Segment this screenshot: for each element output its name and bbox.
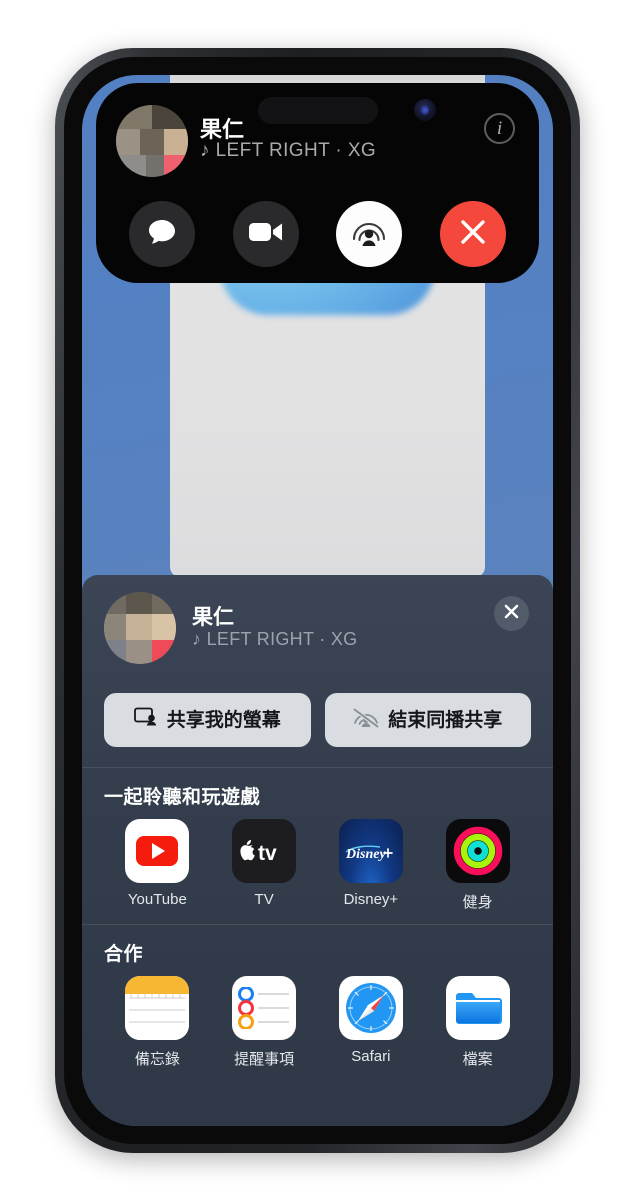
facetime-controls bbox=[96, 201, 539, 267]
disney-plus-icon: Disney bbox=[338, 819, 403, 883]
sheet-header: 果仁 ♪ LEFT RIGHT · XG bbox=[82, 575, 553, 693]
facetime-call-overlay: 果仁 ♪ LEFT RIGHT · XG i bbox=[96, 83, 539, 283]
shareplay-icon bbox=[350, 216, 388, 253]
video-camera-icon bbox=[248, 219, 284, 250]
close-x-icon bbox=[503, 603, 520, 625]
app-label: TV bbox=[254, 891, 274, 908]
sheet-caller-name: 果仁 bbox=[192, 606, 234, 629]
end-shareplay-label: 結束同播共享 bbox=[388, 709, 503, 731]
app-label: YouTube bbox=[127, 891, 187, 908]
close-x-icon bbox=[458, 217, 488, 252]
app-label: Disney+ bbox=[343, 891, 399, 908]
phone-screen: 7 果仁 ♪ LEFT RIGHT · XG bbox=[82, 75, 553, 1126]
sheet-now-playing: ♪ LEFT RIGHT · XG bbox=[192, 629, 358, 649]
app-grid: YouTube tv TV Disney Disney+ 健身 bbox=[104, 819, 531, 912]
apple-tv-icon: tv bbox=[232, 819, 297, 883]
iphone-device-frame: 7 果仁 ♪ LEFT RIGHT · XG bbox=[55, 48, 580, 1153]
app-grid: 備忘錄 提醒事項 Safari 檔案 bbox=[104, 976, 531, 1069]
notes-icon bbox=[125, 976, 190, 1040]
app-label: 健身 bbox=[462, 894, 493, 911]
app-label: 檔案 bbox=[462, 1051, 493, 1068]
section-title: 一起聆聽和玩遊戲 bbox=[104, 787, 261, 808]
section-collaborate: 合作 備忘錄 提醒事項 Safari 檔案 bbox=[82, 925, 553, 1081]
section-title: 合作 bbox=[104, 944, 144, 965]
youtube-icon bbox=[125, 819, 190, 883]
app-item-fitness[interactable]: 健身 bbox=[424, 819, 531, 912]
end-shareplay-button[interactable]: 結束同播共享 bbox=[324, 693, 531, 747]
shareplay-button[interactable] bbox=[336, 201, 403, 267]
video-button[interactable] bbox=[232, 201, 299, 267]
app-label: 備忘錄 bbox=[134, 1051, 180, 1068]
info-button[interactable]: i bbox=[484, 113, 515, 144]
share-my-screen-label: 共享我的螢幕 bbox=[166, 709, 281, 731]
end-call-button[interactable] bbox=[440, 201, 507, 267]
screen-share-icon bbox=[133, 707, 158, 733]
files-icon bbox=[445, 976, 510, 1040]
speaker-notch bbox=[257, 97, 378, 124]
svg-text:Disney: Disney bbox=[345, 847, 386, 862]
svg-text:tv: tv bbox=[258, 842, 277, 864]
reminders-icon bbox=[232, 976, 297, 1040]
shareplay-sheet: 果仁 ♪ LEFT RIGHT · XG 共享我的螢幕 結束同播共享 一起聆聽和… bbox=[82, 575, 553, 1126]
app-item-notes[interactable]: 備忘錄 bbox=[104, 976, 211, 1069]
app-item-disney-plus[interactable]: Disney Disney+ bbox=[318, 819, 425, 912]
close-button[interactable] bbox=[494, 596, 529, 631]
message-bubble-icon bbox=[145, 215, 179, 254]
app-item-tv[interactable]: tv TV bbox=[211, 819, 318, 912]
device-bezel: 7 果仁 ♪ LEFT RIGHT · XG bbox=[64, 57, 571, 1144]
app-item-safari[interactable]: Safari bbox=[318, 976, 425, 1069]
now-playing-text: ♪ LEFT RIGHT · XG bbox=[200, 140, 377, 161]
section-listen-and-play: 一起聆聽和玩遊戲 YouTube tv TV Disney Disney+ 健身 bbox=[82, 768, 553, 924]
app-label: 提醒事項 bbox=[234, 1051, 295, 1068]
app-item-files[interactable]: 檔案 bbox=[424, 976, 531, 1069]
caller-avatar bbox=[116, 105, 188, 177]
share-my-screen-button[interactable]: 共享我的螢幕 bbox=[104, 693, 311, 747]
sheet-avatar bbox=[104, 592, 176, 664]
app-item-reminders[interactable]: 提醒事項 bbox=[211, 976, 318, 1069]
app-item-youtube[interactable]: YouTube bbox=[104, 819, 211, 912]
sheet-action-buttons: 共享我的螢幕 結束同播共享 bbox=[82, 693, 553, 767]
front-camera-icon bbox=[414, 99, 436, 121]
safari-icon bbox=[338, 976, 403, 1040]
app-label: Safari bbox=[351, 1048, 391, 1065]
shareplay-off-icon bbox=[352, 707, 380, 734]
fitness-icon bbox=[445, 819, 510, 883]
message-button[interactable] bbox=[128, 201, 195, 267]
